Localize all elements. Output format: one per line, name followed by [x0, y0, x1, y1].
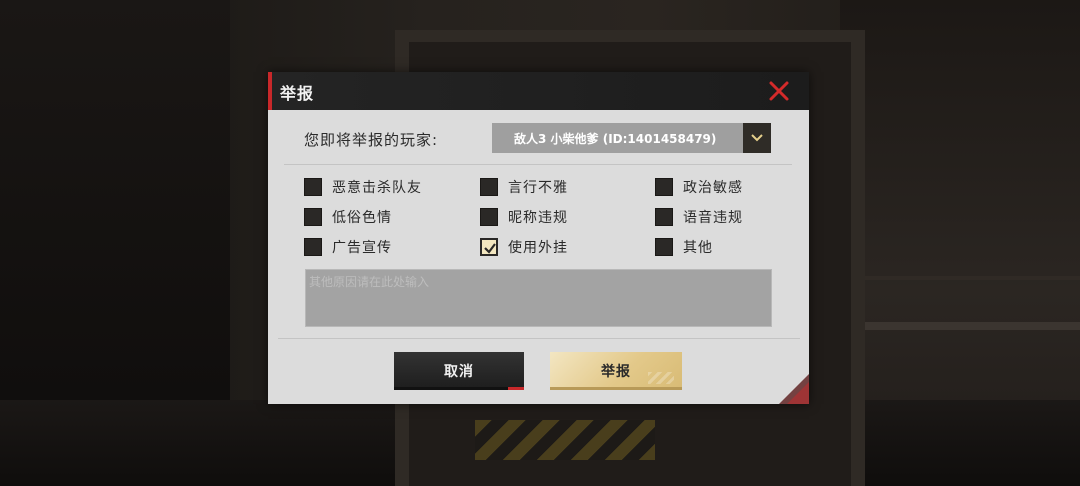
- checkbox-checked[interactable]: [480, 238, 498, 256]
- checkbox[interactable]: [655, 178, 673, 196]
- button-stripes-decoration: [648, 372, 674, 384]
- divider: [278, 338, 800, 339]
- option-label: 政治敏感: [683, 180, 743, 196]
- divider: [284, 164, 792, 165]
- option-voice[interactable]: 语音违规: [655, 206, 743, 228]
- option-label: 恶意击杀队友: [332, 180, 422, 196]
- option-label: 使用外挂: [508, 240, 568, 256]
- option-label: 其他: [683, 240, 713, 256]
- option-other[interactable]: 其他: [655, 236, 713, 258]
- checkbox[interactable]: [304, 178, 322, 196]
- dialog-header: 举报: [268, 72, 809, 110]
- chevron-down-icon: [751, 134, 763, 142]
- dropdown-button[interactable]: [743, 123, 771, 153]
- option-label: 语音违规: [683, 210, 743, 226]
- checkbox[interactable]: [655, 238, 673, 256]
- header-accent-bar: [268, 72, 272, 110]
- cancel-button[interactable]: 取消: [394, 352, 524, 390]
- report-options: 恶意击杀队友 言行不雅 政治敏感 低俗色情 昵称违规 语音违规 广告宣传 使用外…: [304, 176, 774, 266]
- option-label: 广告宣传: [332, 240, 392, 256]
- player-select[interactable]: 敌人3 小柴他爹 (ID:1401458479): [492, 123, 771, 153]
- checkbox[interactable]: [480, 178, 498, 196]
- report-button[interactable]: 举报: [550, 352, 682, 390]
- checkbox[interactable]: [304, 208, 322, 226]
- option-political[interactable]: 政治敏感: [655, 176, 743, 198]
- option-inappropriate-speech[interactable]: 言行不雅: [480, 176, 568, 198]
- dialog-title: 举报: [280, 84, 315, 103]
- option-malicious-teamkill[interactable]: 恶意击杀队友: [304, 176, 422, 198]
- cancel-button-label: 取消: [444, 364, 474, 380]
- close-button[interactable]: [767, 79, 791, 103]
- checkbox[interactable]: [480, 208, 498, 226]
- player-label: 您即将举报的玩家:: [304, 131, 439, 149]
- option-label: 昵称违规: [508, 210, 568, 226]
- close-x-icon: [769, 81, 789, 101]
- background-wall-stripe: [840, 322, 1080, 330]
- background-wall-stripe: [840, 276, 1080, 280]
- other-reason-input[interactable]: [305, 269, 772, 327]
- checkbox[interactable]: [655, 208, 673, 226]
- corner-decoration: [779, 374, 809, 404]
- player-select-value: 敌人3 小柴他爹 (ID:1401458479): [514, 132, 717, 146]
- option-label: 低俗色情: [332, 210, 392, 226]
- option-cheating[interactable]: 使用外挂: [480, 236, 568, 258]
- report-button-label: 举报: [601, 364, 631, 380]
- option-vulgar[interactable]: 低俗色情: [304, 206, 392, 228]
- check-icon: [484, 243, 496, 254]
- checkbox[interactable]: [304, 238, 322, 256]
- background-hazard-stripes: [475, 420, 655, 460]
- option-advertising[interactable]: 广告宣传: [304, 236, 392, 258]
- option-label: 言行不雅: [508, 180, 568, 196]
- report-dialog: 举报 您即将举报的玩家: 敌人3 小柴他爹 (ID:1401458479) 恶意…: [268, 72, 809, 404]
- option-nickname[interactable]: 昵称违规: [480, 206, 568, 228]
